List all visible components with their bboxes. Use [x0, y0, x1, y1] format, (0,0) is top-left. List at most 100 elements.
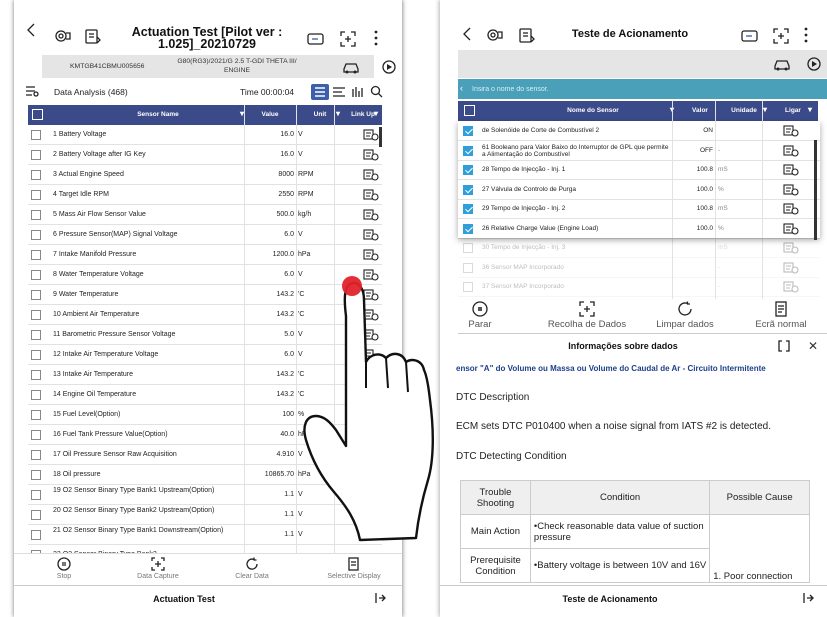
engine-diagnosis-icon[interactable] [54, 27, 72, 45]
sensor-search-input[interactable] [472, 82, 772, 96]
back-arrow-icon[interactable] [26, 23, 36, 37]
capture-icon[interactable] [340, 31, 356, 47]
link-lookup-icon[interactable] [363, 229, 379, 241]
row-checkbox[interactable] [31, 510, 41, 520]
exit-icon[interactable] [374, 592, 386, 604]
row-checkbox[interactable] [31, 230, 41, 240]
row-checkbox[interactable] [31, 350, 41, 360]
table-row[interactable]: 6 Pressure Sensor(MAP) Signal Voltage 6.0… [28, 225, 382, 245]
table-row[interactable]: 3 Actual Engine Speed 8000 RPM [28, 165, 382, 185]
table-row[interactable]: 4 Target Idle RPM 2550 RPM [28, 185, 382, 205]
clear-data-button[interactable]: Clear Data [222, 557, 282, 580]
sensor-unit: mS [718, 244, 728, 251]
stop-button[interactable]: Stop [34, 557, 94, 580]
row-checkbox[interactable] [463, 243, 473, 253]
vehicle-record-icon[interactable] [518, 26, 536, 44]
text-view-icon[interactable] [332, 85, 346, 99]
col-link[interactable]: Ligar [776, 107, 810, 114]
row-checkbox[interactable] [31, 210, 41, 220]
exit-icon[interactable] [802, 592, 814, 604]
col-value[interactable]: Value [246, 111, 294, 118]
chevron-down-icon[interactable]: ▾ [808, 105, 812, 114]
navigate-icon[interactable] [382, 60, 396, 74]
graph-view-icon[interactable] [351, 85, 365, 99]
link-lookup-icon[interactable] [363, 249, 379, 261]
more-options-icon[interactable] [804, 27, 808, 43]
row-checkbox[interactable] [463, 282, 473, 292]
list-settings-icon[interactable] [26, 86, 39, 97]
link-lookup-icon[interactable] [783, 242, 799, 254]
row-checkbox[interactable] [31, 270, 41, 280]
sensor-unit: - [718, 283, 721, 290]
close-icon[interactable]: ✕ [808, 339, 818, 353]
data-capture-button[interactable]: Recolha de Dados [542, 301, 632, 330]
row-checkbox[interactable] [31, 530, 41, 540]
table-row[interactable]: 2 Battery Voltage after IG Key 16.0 V [28, 145, 382, 165]
row-checkbox[interactable] [31, 310, 41, 320]
link-lookup-icon[interactable] [363, 169, 379, 181]
row-checkbox[interactable] [31, 330, 41, 340]
data-capture-button[interactable]: Data Capture [128, 557, 188, 580]
col-sensor-name[interactable]: Nome do Sensor [518, 107, 668, 114]
table-row[interactable]: 5 Mass Air Flow Sensor Value 500.0 kg/h [28, 205, 382, 225]
table-row[interactable]: 30 Tempo de Injecção - Inj. 3 mS [458, 238, 820, 258]
row-checkbox[interactable] [31, 450, 41, 460]
normal-screen-button[interactable]: Ecrã normal [736, 301, 826, 330]
table-row[interactable]: 1 Battery Voltage 16.0 V [28, 125, 382, 145]
scrollbar[interactable] [814, 140, 817, 240]
select-all-checkbox[interactable] [464, 105, 475, 116]
clear-data-button[interactable]: Limpar dados [640, 301, 730, 330]
row-checkbox[interactable] [31, 430, 41, 440]
table-row[interactable]: 36 Sensor MAP Incorporado - [458, 258, 820, 278]
chevron-down-icon[interactable]: ▾ [763, 105, 767, 114]
table-row[interactable]: 7 Intake Manifold Pressure 1200.0 hPa [28, 245, 382, 265]
row-checkbox[interactable] [31, 410, 41, 420]
row-checkbox[interactable] [31, 290, 41, 300]
sensor-value: 143.2 [276, 391, 294, 398]
table-row[interactable]: 37 Sensor MAP Incorporado - [458, 277, 820, 297]
row-checkbox[interactable] [31, 490, 41, 500]
row-checkbox[interactable] [31, 190, 41, 200]
car-icon[interactable] [773, 57, 791, 71]
link-lookup-icon[interactable] [783, 281, 799, 293]
link-lookup-icon[interactable] [363, 189, 379, 201]
chevron-down-icon[interactable]: ▾ [374, 109, 378, 118]
row-checkbox[interactable] [463, 262, 473, 273]
link-lookup-icon[interactable] [783, 261, 799, 274]
col-unit[interactable]: Unidade [724, 107, 764, 114]
capture-icon[interactable] [773, 28, 789, 44]
chevron-down-icon[interactable]: ▾ [336, 109, 340, 118]
expand-icon[interactable] [778, 340, 790, 352]
row-checkbox[interactable] [31, 170, 41, 180]
search-icon[interactable] [370, 85, 383, 98]
row-checkbox[interactable] [31, 150, 41, 160]
engine-diagnosis-icon[interactable] [486, 26, 504, 44]
stop-icon [57, 557, 71, 571]
stop-button[interactable]: Parar [452, 301, 508, 330]
row-checkbox[interactable] [31, 390, 41, 400]
car-icon[interactable] [342, 60, 360, 74]
link-lookup-icon[interactable] [363, 149, 379, 161]
footer-bar: Teste de Acionamento [440, 585, 827, 617]
selective-display-button[interactable]: Selective Display [314, 557, 394, 580]
scrollbar[interactable] [379, 127, 382, 147]
row-checkbox[interactable] [31, 370, 41, 380]
list-view-button[interactable] [311, 84, 329, 100]
link-lookup-icon[interactable] [363, 129, 379, 141]
vehicle-record-icon[interactable] [84, 27, 102, 45]
row-checkbox[interactable] [31, 130, 41, 140]
battery-icon[interactable] [306, 31, 326, 47]
link-lookup-icon[interactable] [363, 209, 379, 221]
col-value[interactable]: Valor [680, 107, 720, 114]
document-icon [348, 557, 359, 571]
sensor-value: 2550 [278, 191, 294, 198]
more-options-icon[interactable] [374, 30, 378, 46]
close-search-icon[interactable]: ‹ [460, 83, 463, 93]
select-all-checkbox[interactable] [32, 109, 43, 120]
row-checkbox[interactable] [31, 470, 41, 480]
row-checkbox[interactable] [31, 250, 41, 260]
navigate-icon[interactable] [807, 57, 821, 71]
col-sensor-name[interactable]: Sensor Name [83, 111, 233, 118]
battery-icon[interactable] [740, 28, 760, 44]
back-arrow-icon[interactable] [462, 27, 472, 41]
